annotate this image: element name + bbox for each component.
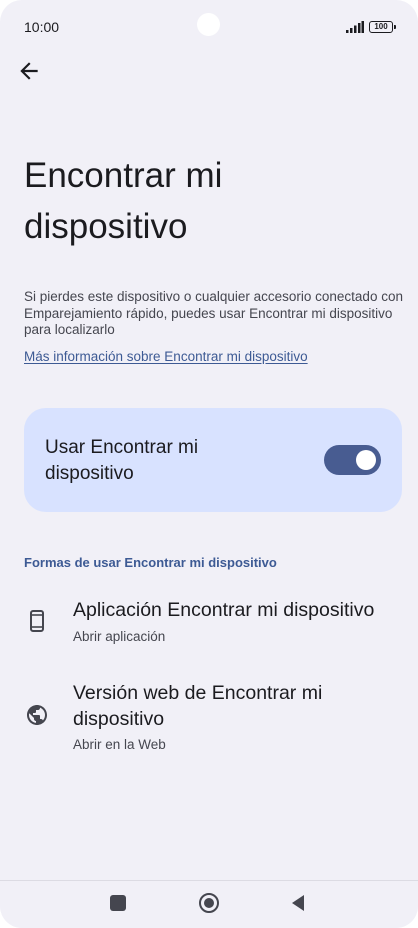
page-title: Encontrar mi dispositivo	[24, 156, 223, 246]
section-header: Formas de usar Encontrar mi dispositivo	[24, 555, 277, 570]
toggle-label: Usar Encontrar mi dispositivo	[45, 437, 199, 484]
phone-screen: 10:00 100 Encontrar mi dispositivo Si pi…	[0, 0, 418, 928]
battery-icon: 100	[369, 21, 396, 33]
status-time: 10:00	[24, 19, 60, 35]
camera-cutout	[197, 13, 220, 36]
recents-square-icon[interactable]	[110, 895, 126, 911]
home-circle-icon[interactable]	[198, 892, 220, 914]
signal-icon	[346, 21, 364, 33]
page-description: Si pierdes este dispositivo o cualquier …	[24, 289, 403, 337]
list-item-app[interactable]: Aplicación Encontrar mi dispositivo Abri…	[0, 592, 418, 654]
use-find-my-device-card[interactable]: Usar Encontrar mi dispositivo	[24, 408, 402, 512]
back-triangle-icon[interactable]	[290, 894, 306, 912]
item-title: Aplicación Encontrar mi dispositivo	[73, 599, 375, 621]
use-find-my-device-switch[interactable]	[324, 445, 381, 475]
back-button[interactable]	[16, 58, 42, 84]
learn-more-link[interactable]: Más información sobre Encontrar mi dispo…	[24, 349, 308, 364]
navigation-bar	[0, 880, 418, 928]
item-subtitle: Abrir en la Web	[73, 737, 166, 752]
status-bar: 10:00 100	[0, 0, 418, 52]
battery-level: 100	[374, 22, 388, 31]
arrow-back-icon	[20, 62, 38, 80]
switch-knob	[356, 450, 376, 470]
item-title: Versión web de Encontrar mi dispositivo	[73, 682, 323, 730]
globe-icon	[27, 705, 47, 725]
item-subtitle: Abrir aplicación	[73, 629, 166, 644]
phone-icon	[30, 610, 44, 632]
list-item-web[interactable]: Versión web de Encontrar mi dispositivo …	[0, 674, 418, 764]
